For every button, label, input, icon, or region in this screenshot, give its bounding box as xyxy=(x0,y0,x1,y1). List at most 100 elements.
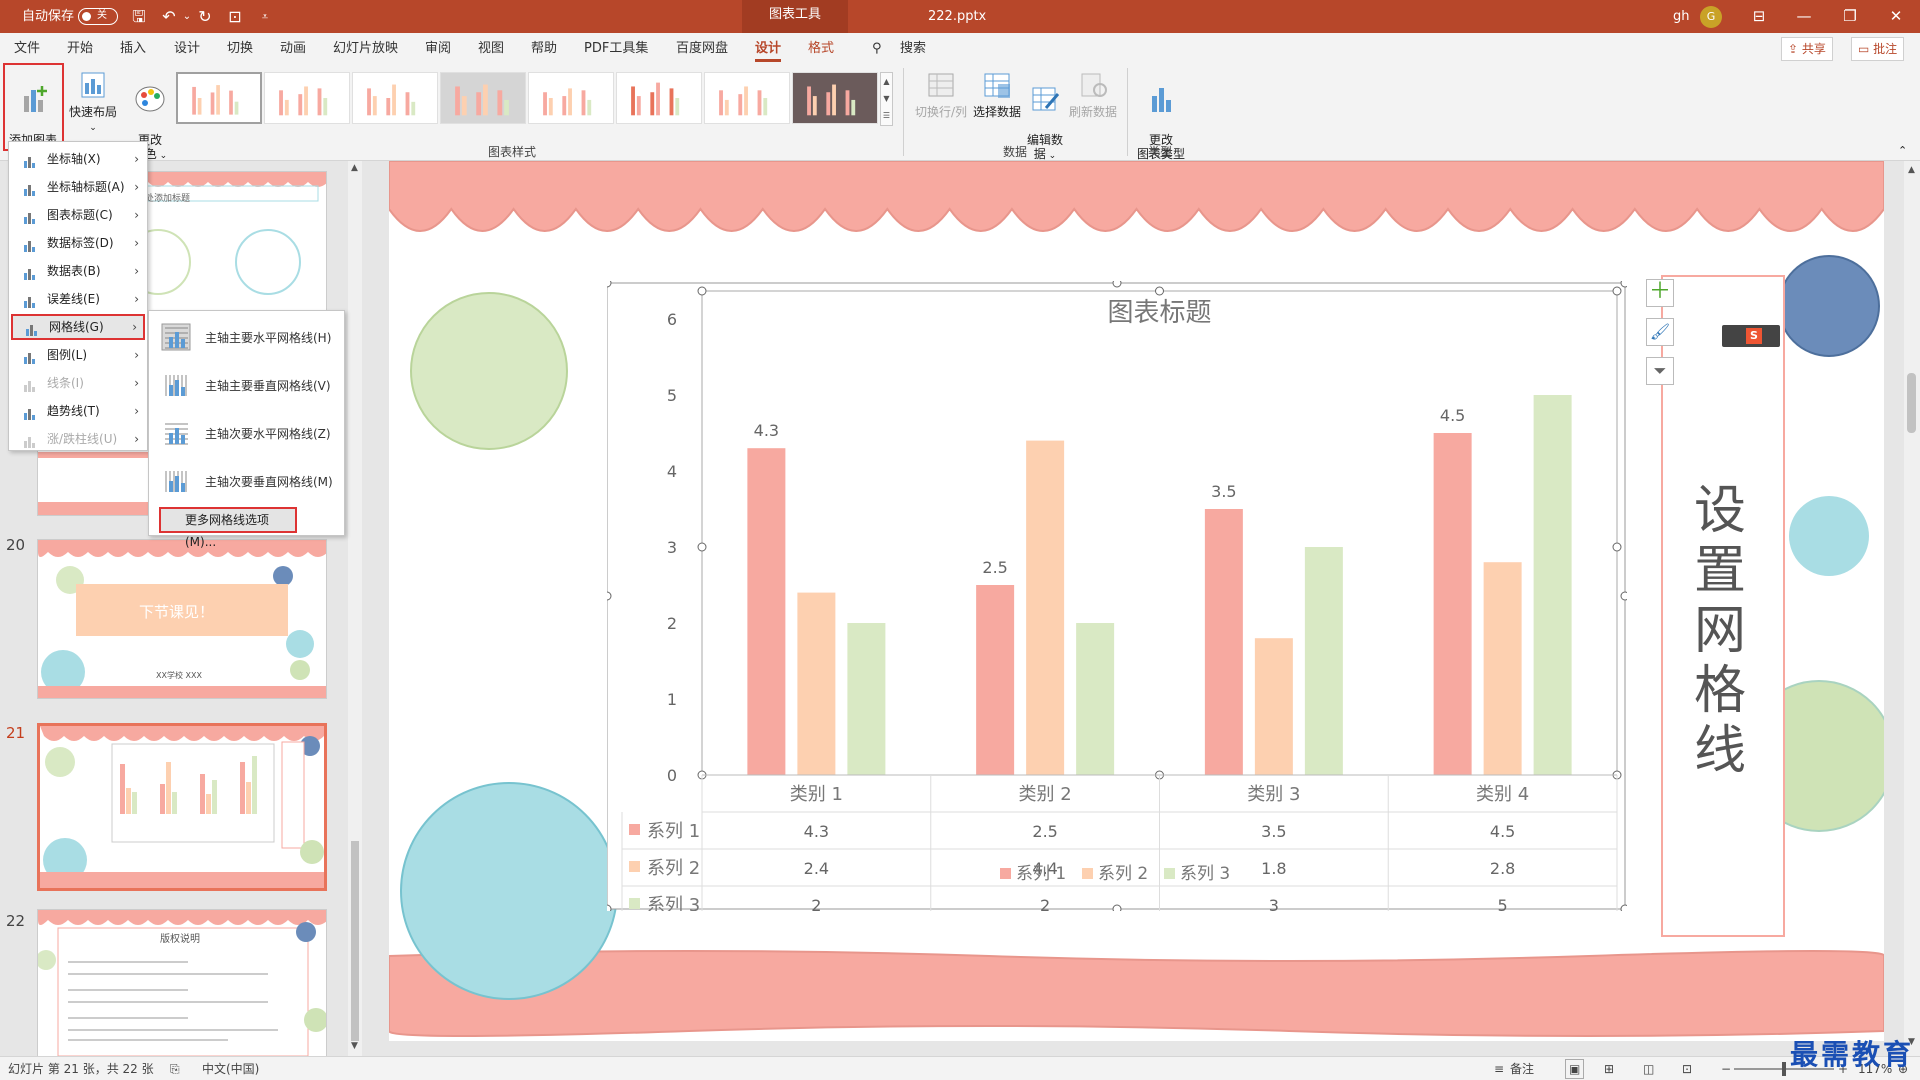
slide-sorter-icon[interactable]: ⊞ xyxy=(1604,1057,1614,1080)
resize-handle[interactable] xyxy=(1112,281,1122,288)
chart-style-1[interactable] xyxy=(176,72,262,124)
chart-style-3[interactable] xyxy=(352,72,438,124)
scroll-up-icon[interactable]: ▲ xyxy=(1908,165,1915,175)
resize-handle[interactable] xyxy=(1112,904,1122,911)
legend-entry[interactable]: 系列 2 xyxy=(1098,864,1148,884)
slide-side-title[interactable]: 设置网格线 xyxy=(1690,481,1750,781)
language-indicator[interactable]: 中文(中国) xyxy=(202,1057,259,1080)
plot-resize-handle[interactable] xyxy=(1612,286,1622,296)
bar-系列3-4[interactable] xyxy=(1533,395,1572,775)
style-gallery-scroll[interactable]: ▲ ▼ ☰ xyxy=(880,72,893,126)
ime-toolbar[interactable]: S xyxy=(1722,325,1780,347)
menu-item-data-table[interactable]: 数据表(B) › xyxy=(11,258,145,284)
scroll-thumb[interactable] xyxy=(351,841,359,1041)
refresh-data-button[interactable]: 刷新数据 xyxy=(1068,68,1118,119)
switch-row-column-button[interactable]: 切换行/列 xyxy=(912,68,970,119)
gridline-option-2[interactable]: 主轴主要垂直网格线(V) xyxy=(157,365,341,405)
tab-insert[interactable]: 插入 xyxy=(120,33,146,64)
tab-baidu-netdisk[interactable]: 百度网盘 xyxy=(676,33,728,64)
zoom-out-icon[interactable]: − xyxy=(1721,1057,1731,1080)
resize-handle[interactable] xyxy=(1620,281,1627,288)
chart-filter-icon[interactable]: ⏷ xyxy=(1646,357,1674,385)
minimize-icon[interactable]: — xyxy=(1782,0,1826,33)
slide-thumb-22[interactable]: 版权说明 xyxy=(37,909,327,1059)
menu-item-error-bars[interactable]: 误差线(E) › xyxy=(11,286,145,312)
comments-button[interactable]: ▭ 批注 xyxy=(1851,37,1905,61)
tab-home[interactable]: 开始 xyxy=(67,33,93,64)
chart-style-2[interactable] xyxy=(264,72,350,124)
column-chart[interactable]: 图表标题 0 1 2 3 4 5 6 4.3 2.5 3.5 4.5 类别 1 类别 2 类别 3 类别 4 系… xyxy=(607,281,1627,911)
bar-系列2-4[interactable] xyxy=(1483,562,1522,775)
edit-data-button[interactable]: 编辑数 据 ⌄ xyxy=(1024,68,1066,163)
chart-style-8[interactable] xyxy=(792,72,878,124)
tab-transitions[interactable]: 切换 xyxy=(227,33,253,64)
customize-qat-icon[interactable]: ⩡ xyxy=(254,6,276,28)
menu-item-gridlines[interactable]: 网格线(G) › xyxy=(11,314,145,340)
menu-item-trendline[interactable]: 趋势线(T) › xyxy=(11,398,145,424)
menu-item-data-labels[interactable]: 数据标签(D) › xyxy=(11,230,145,256)
tab-view[interactable]: 视图 xyxy=(478,33,504,64)
chart-style-7[interactable] xyxy=(704,72,790,124)
present-icon[interactable]: ⊡ xyxy=(224,6,246,28)
plot-resize-handle[interactable] xyxy=(697,286,707,296)
normal-view-icon[interactable]: ▣ xyxy=(1565,1059,1585,1079)
resize-handle[interactable] xyxy=(1620,904,1627,911)
chart-title[interactable]: 图表标题 xyxy=(1107,298,1211,328)
bar-系列1-3[interactable] xyxy=(1204,509,1243,775)
tab-animations[interactable]: 动画 xyxy=(280,33,306,64)
zoom-slider-thumb[interactable] xyxy=(1782,1062,1786,1076)
tab-pdf-tools[interactable]: PDF工具集 xyxy=(584,33,648,64)
notes-icon[interactable]: ≡ xyxy=(1494,1057,1504,1080)
scroll-down-icon[interactable]: ▼ xyxy=(351,1041,358,1051)
close-icon[interactable]: ✕ xyxy=(1874,0,1918,33)
tab-file[interactable]: 文件 xyxy=(14,33,40,64)
select-data-button[interactable]: 选择数据 xyxy=(972,68,1022,119)
quick-layout-button[interactable]: 快速布局 ⌄ xyxy=(65,68,121,135)
tab-chart-design[interactable]: 设计 xyxy=(755,33,782,64)
redo-icon[interactable]: ↻ xyxy=(194,6,216,28)
bar-系列3-1[interactable] xyxy=(847,623,886,775)
chart-elements-plus-icon[interactable]: ＋ xyxy=(1646,279,1674,307)
more-gridline-options[interactable]: 更多网格线选项(M)... xyxy=(159,507,297,549)
avatar[interactable]: G xyxy=(1700,6,1722,28)
restore-icon[interactable]: ❐ xyxy=(1828,0,1872,33)
menu-item-legend[interactable]: 图例(L) › xyxy=(11,342,145,368)
search-label[interactable]: 搜索 xyxy=(900,33,926,64)
scroll-up-icon[interactable]: ▲ xyxy=(351,163,358,173)
chart-style-5[interactable] xyxy=(528,72,614,124)
tab-help[interactable]: 帮助 xyxy=(531,33,557,64)
menu-item-up-down-bars[interactable]: 涨/跌柱线(U) › xyxy=(11,426,145,452)
bar-系列3-2[interactable] xyxy=(1076,623,1115,775)
bar-系列1-4[interactable] xyxy=(1433,433,1472,775)
gridline-option-1[interactable]: 主轴主要水平网格线(H) xyxy=(157,317,341,357)
user-name[interactable]: gh xyxy=(1673,0,1690,33)
tab-format[interactable]: 格式 xyxy=(808,33,834,64)
menu-item-chart-title[interactable]: 图表标题(C) › xyxy=(11,202,145,228)
bar-系列2-2[interactable] xyxy=(1026,440,1065,775)
ribbon-display-icon[interactable]: ⊟ xyxy=(1737,0,1781,33)
save-icon[interactable]: 🖫 xyxy=(128,6,150,28)
collapse-ribbon-icon[interactable]: ⌃ xyxy=(1898,144,1907,157)
bar-系列2-3[interactable] xyxy=(1254,638,1293,775)
slideshow-icon[interactable]: ⊡ xyxy=(1682,1057,1692,1080)
gridline-option-3[interactable]: 主轴次要水平网格线(Z) xyxy=(157,413,341,453)
bar-系列3-3[interactable] xyxy=(1304,547,1343,775)
thumbnail-scrollbar[interactable]: ▲ ▼ xyxy=(348,161,362,1056)
tab-design-main[interactable]: 设计 xyxy=(174,33,200,64)
chart-styles-brush-icon[interactable]: 🖌 xyxy=(1646,318,1674,346)
legend-entry[interactable]: 系列 1 xyxy=(1016,864,1066,884)
menu-item-lines[interactable]: 线条(I) › xyxy=(11,370,145,396)
plot-resize-handle[interactable] xyxy=(697,542,707,552)
gridline-option-4[interactable]: 主轴次要垂直网格线(M) xyxy=(157,461,341,501)
menu-item-axis-title[interactable]: 坐标轴标题(A) › xyxy=(11,174,145,200)
bar-系列2-1[interactable] xyxy=(797,592,836,775)
chart-style-4[interactable] xyxy=(440,72,526,124)
plot-resize-handle[interactable] xyxy=(1155,286,1164,296)
slide-thumb-20[interactable]: 下节课见！ XX学校 XXX xyxy=(37,539,327,699)
resize-handle[interactable] xyxy=(1620,591,1627,601)
plot-resize-handle[interactable] xyxy=(1612,542,1622,552)
bar-系列1-1[interactable] xyxy=(747,448,786,775)
autosave-toggle[interactable]: 关 xyxy=(78,8,118,25)
accessibility-icon[interactable]: ⎘ xyxy=(170,1057,180,1080)
chart-style-6[interactable] xyxy=(616,72,702,124)
